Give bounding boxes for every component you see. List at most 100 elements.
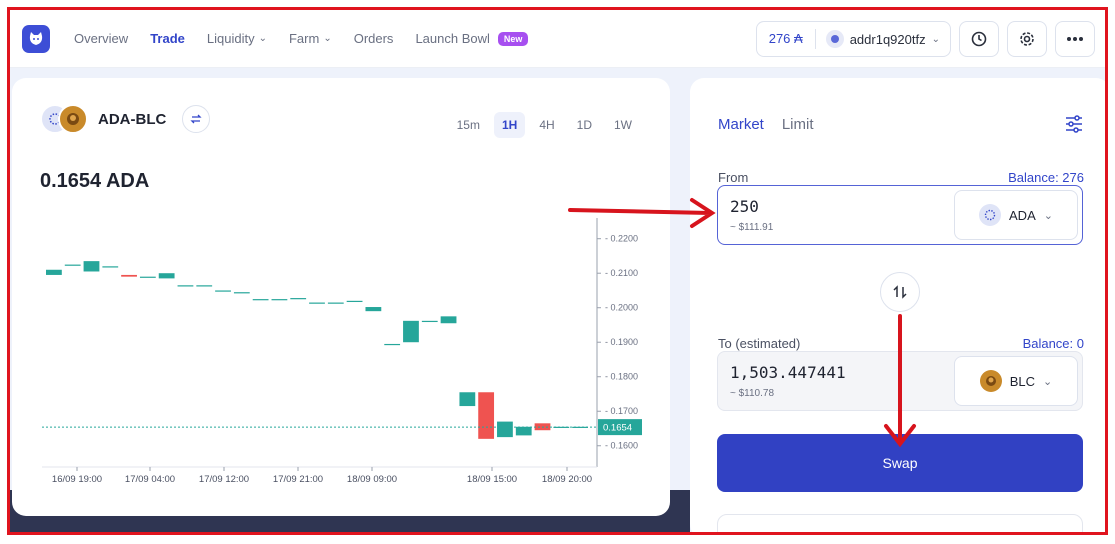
candle	[196, 285, 213, 287]
from-balance[interactable]: Balance: 276	[1008, 170, 1084, 185]
nav-right: 276 ₳ addr1q920tfz ⌄	[755, 21, 1095, 57]
x-tick-label: 18/09 15:00	[467, 474, 517, 485]
history-icon	[971, 31, 987, 47]
from-usd-value: ~ $111.91	[730, 222, 774, 233]
chevron-down-icon: ⌄	[1043, 209, 1053, 222]
candle	[252, 299, 269, 301]
x-tick-label: 18/09 09:00	[347, 474, 397, 485]
wallet-button[interactable]: 276 ₳ addr1q920tfz ⌄	[755, 21, 951, 57]
blc-token-icon	[58, 104, 88, 134]
candle	[309, 302, 325, 304]
to-balance: Balance: 0	[1022, 336, 1084, 351]
nav-farm[interactable]: Farm ⌄	[289, 31, 332, 46]
chevron-down-icon: ⌄	[258, 33, 267, 44]
candle	[365, 307, 382, 312]
new-badge: New	[497, 31, 529, 46]
nav-launch-bowl[interactable]: Launch Bowl New	[415, 31, 529, 46]
slippage-settings-button[interactable]	[1064, 114, 1084, 139]
candle	[215, 290, 231, 292]
candlestick-chart[interactable]: - 0.2200 - 0.2100 - 0.2000 - 0.1900 - 0.1800…	[12, 218, 670, 488]
wallet-balance: 276 ₳	[757, 29, 816, 49]
tf-15m[interactable]: 15m	[449, 112, 488, 138]
to-header: To (estimated) Balance: 0	[718, 336, 1084, 351]
candle	[459, 392, 476, 407]
to-token-select[interactable]: BLC ⌄	[954, 356, 1078, 406]
nav-trade[interactable]: Trade	[150, 31, 185, 46]
details-card	[717, 514, 1083, 532]
x-tick-label: 17/09 12:00	[199, 474, 249, 485]
tf-4h[interactable]: 4H	[531, 112, 562, 138]
y-tick-label: - 0.1600	[605, 441, 638, 451]
top-nav: Overview Trade Liquidity ⌄ Farm ⌄ Orders L…	[10, 10, 1105, 68]
chevron-down-icon: ⌄	[1043, 375, 1053, 388]
nav-overview[interactable]: Overview	[74, 31, 128, 46]
nav-orders-label: Orders	[353, 31, 394, 46]
tf-1d[interactable]: 1D	[569, 112, 600, 138]
candle	[478, 392, 495, 439]
flip-arrows-icon	[893, 285, 907, 299]
x-tick-label: 17/09 21:00	[273, 474, 323, 485]
blc-token-icon	[979, 370, 1002, 392]
candle	[158, 273, 175, 279]
timeframe-tabs: 15m 1H 4H 1D 1W	[449, 112, 640, 138]
candle	[421, 320, 438, 323]
swap-arrows-icon	[190, 114, 202, 124]
gear-icon	[1020, 32, 1034, 46]
history-button[interactable]	[959, 21, 999, 57]
to-amount-output: 1,503.447441	[730, 363, 846, 382]
tf-1h[interactable]: 1H	[493, 112, 526, 138]
nav-overview-label: Overview	[74, 31, 129, 46]
to-label: To (estimated)	[718, 336, 801, 351]
candle	[327, 302, 344, 304]
y-tick-label: - 0.1900	[605, 337, 638, 347]
cat-logo-icon[interactable]	[22, 24, 50, 53]
candle	[497, 421, 513, 438]
nav-orders[interactable]: Orders	[354, 31, 394, 46]
order-mode-tabs: Market Limit	[718, 116, 814, 133]
candle	[46, 269, 62, 275]
candle	[515, 426, 532, 436]
wallet-address: addr1q920tfz ⌄	[816, 30, 950, 48]
invert-pair-button[interactable]	[182, 105, 211, 133]
from-token-select[interactable]: ADA ⌄	[954, 190, 1078, 240]
from-label: From	[718, 170, 749, 185]
current-price: 0.1654 ADA	[40, 170, 150, 192]
y-tick-label: - 0.2200	[605, 234, 638, 244]
flip-direction-button[interactable]	[880, 272, 920, 312]
candle	[102, 266, 119, 268]
chevron-down-icon: ⌄	[931, 33, 940, 45]
candle	[121, 274, 137, 277]
candle	[271, 299, 288, 301]
swap-card: Market Limit From Balance: 276 250 ~ $11…	[690, 78, 1105, 532]
to-token-name: BLC	[1009, 373, 1036, 389]
candle	[233, 292, 250, 294]
candle	[177, 285, 194, 287]
y-tick-label: - 0.2100	[605, 268, 638, 278]
x-tick-label: 18/09 20:00	[542, 474, 592, 485]
wallet-icon	[825, 30, 844, 48]
tab-limit[interactable]: Limit	[782, 116, 814, 133]
chart-card: ADA-BLC 15m 1H 4H 1D 1W 0.1654 ADA - 0.2…	[12, 78, 670, 516]
ada-token-icon	[979, 204, 1002, 226]
y-tick-label: - 0.2000	[605, 303, 638, 313]
y-tick-label: - 0.1700	[605, 406, 638, 416]
more-button[interactable]	[1055, 21, 1095, 57]
nav-liquidity[interactable]: Liquidity ⌄	[207, 31, 267, 46]
tf-1w[interactable]: 1W	[606, 112, 640, 138]
swap-button[interactable]: Swap	[717, 434, 1083, 492]
candle	[440, 316, 457, 324]
wallet-address-text: addr1q920tfz	[849, 31, 926, 47]
candle	[64, 264, 81, 266]
x-tick-label: 16/09 19:00	[52, 474, 102, 485]
x-tick-label: 17/09 04:00	[125, 474, 175, 485]
from-amount-input[interactable]: 250	[730, 197, 954, 216]
nav-farm-label: Farm	[288, 31, 320, 46]
from-field[interactable]: 250 ~ $111.91 ADA ⌄	[717, 185, 1083, 245]
settings-button[interactable]	[1007, 21, 1047, 57]
to-field: 1,503.447441 ~ $110.78 BLC ⌄	[717, 351, 1083, 411]
candle	[290, 298, 307, 300]
tab-market[interactable]: Market	[718, 116, 764, 133]
candle	[346, 300, 363, 303]
nav-launch-bowl-label: Launch Bowl	[415, 31, 490, 46]
more-icon	[1067, 37, 1083, 41]
